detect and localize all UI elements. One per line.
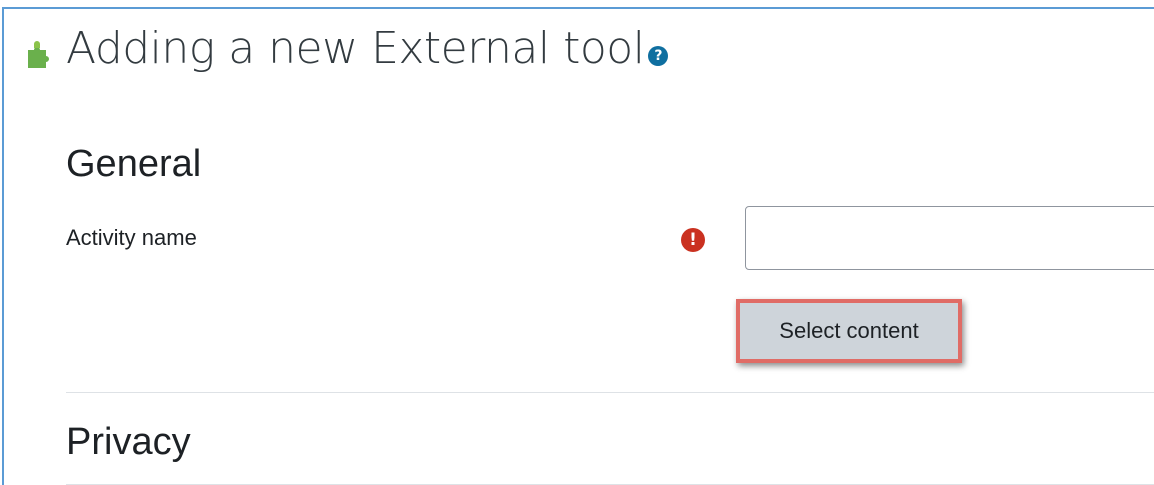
activity-name-label: Activity name (66, 225, 197, 250)
required-icon: ! (681, 228, 705, 252)
page-frame: Adding a new External tool ? General Act… (2, 7, 1154, 485)
page-title: Adding a new External tool (66, 23, 645, 74)
page-header: Adding a new External tool ? (22, 19, 669, 79)
puzzle-icon (28, 41, 49, 68)
activity-name-input[interactable] (745, 206, 1154, 270)
section-title-privacy[interactable]: Privacy (66, 421, 191, 464)
section-title-general[interactable]: General (66, 143, 201, 186)
select-content-highlight: Select content (736, 299, 962, 363)
help-icon[interactable]: ? (648, 46, 669, 66)
select-content-button[interactable]: Select content (740, 303, 958, 359)
section-divider (66, 392, 1154, 393)
